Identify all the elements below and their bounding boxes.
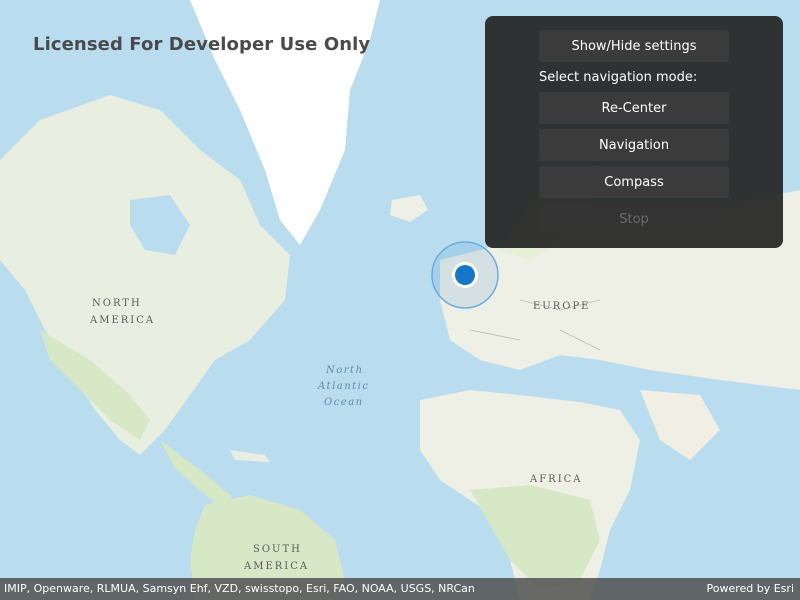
- europe-label: EUROPE: [533, 301, 591, 312]
- navigation-button[interactable]: Navigation: [539, 129, 729, 161]
- navigation-settings-panel: Show/Hide settings Select navigation mod…: [485, 16, 783, 248]
- ocean-label-line2: Atlantic: [318, 381, 370, 392]
- attribution-sources[interactable]: IMIP, Openware, RLMUA, Samsyn Ehf, VZD, …: [4, 582, 475, 595]
- ocean-label-line1: North: [326, 365, 364, 376]
- compass-button[interactable]: Compass: [539, 166, 729, 198]
- show-hide-settings-button[interactable]: Show/Hide settings: [539, 30, 729, 62]
- powered-by-esri[interactable]: Powered by Esri: [706, 582, 794, 595]
- north-america-label-line2: AMERICA: [90, 315, 156, 326]
- south-america-label-line2: AMERICA: [244, 561, 310, 572]
- developer-license-watermark: Licensed For Developer Use Only: [33, 34, 371, 55]
- attribution-bar: IMIP, Openware, RLMUA, Samsyn Ehf, VZD, …: [0, 578, 800, 600]
- stop-button: Stop: [539, 203, 729, 235]
- navigation-mode-label: Select navigation mode:: [539, 70, 698, 85]
- recenter-button[interactable]: Re-Center: [539, 92, 729, 124]
- location-marker-icon: [431, 241, 499, 309]
- africa-label: AFRICA: [530, 474, 583, 485]
- south-america-label-line1: SOUTH: [253, 544, 302, 555]
- ocean-label-line3: Ocean: [324, 397, 364, 408]
- north-america-label-line1: NORTH: [92, 298, 142, 309]
